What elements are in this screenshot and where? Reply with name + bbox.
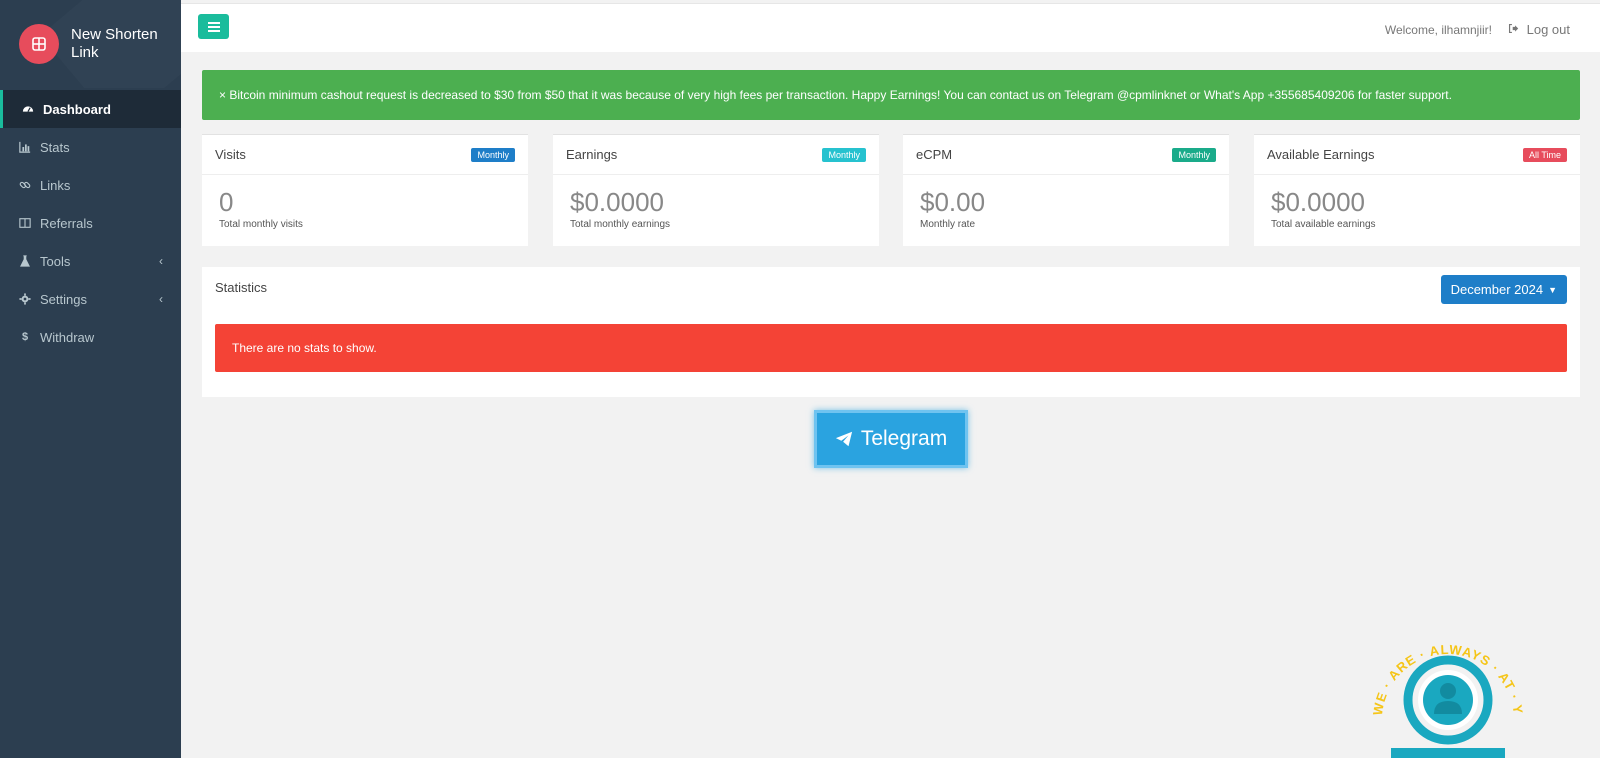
support-badge[interactable]: WE · ARE · ALWAYS · AT · YOUR · SERVICE xyxy=(1362,606,1528,758)
period-badge: Monthly xyxy=(822,147,866,162)
month-dropdown-button[interactable]: December 2024 ▼ xyxy=(1440,275,1567,304)
card-body: $0.00 Monthly rate xyxy=(903,175,1229,242)
card-header: Visits Monthly xyxy=(202,135,528,175)
earnings-card: Earnings Monthly $0.0000 Total monthly e… xyxy=(553,134,879,246)
card-body: 0 Total monthly visits xyxy=(202,175,528,242)
flask-icon xyxy=(18,254,32,268)
card-subtitle: Total monthly earnings xyxy=(570,219,671,230)
sidebar-item-label: Stats xyxy=(40,139,70,155)
sidebar-item-tools[interactable]: Tools ‹ xyxy=(0,242,181,280)
welcome-text: Welcome, ilhamnjiir! xyxy=(1384,23,1492,37)
gear-icon xyxy=(18,292,32,306)
top-header: Welcome, ilhamnjiir! Log out xyxy=(181,3,1600,52)
card-header: eCPM Monthly xyxy=(903,135,1229,175)
dollar-icon: $ xyxy=(21,331,29,343)
sidebar-item-stats[interactable]: Stats xyxy=(0,128,181,166)
sidebar-item-withdraw[interactable]: $ Withdraw xyxy=(0,318,181,356)
statistics-title: Statistics xyxy=(215,280,268,295)
card-title: Available Earnings xyxy=(1267,147,1375,162)
logout-link[interactable]: Log out xyxy=(1508,22,1570,37)
card-body: $0.0000 Total monthly earnings xyxy=(553,175,879,242)
chevron-left-icon: ‹ xyxy=(159,254,163,268)
statistics-panel: Statistics December 2024 ▼ There are no … xyxy=(202,267,1580,397)
sidebar: New Shorten Link Dashboard Stats Links R… xyxy=(0,0,181,758)
telegram-label: Telegram xyxy=(860,427,948,450)
logout-label: Log out xyxy=(1526,22,1570,37)
available-earnings-card: Available Earnings All Time $0.0000 Tota… xyxy=(1254,134,1580,246)
visits-card: Visits Monthly 0 Total monthly visits xyxy=(202,134,528,246)
card-body: $0.0000 Total available earnings xyxy=(1254,175,1580,242)
card-subtitle: Total available earnings xyxy=(1271,219,1376,230)
sign-out-icon xyxy=(1508,23,1519,37)
sidebar-item-label: Tools xyxy=(40,253,71,269)
card-title: Visits xyxy=(215,147,246,162)
card-value: $0.00 xyxy=(920,187,986,217)
support-agent-icon: WE · ARE · ALWAYS · AT · YOUR · SERVICE xyxy=(1362,606,1525,758)
sidebar-item-dashboard[interactable]: Dashboard xyxy=(0,90,181,128)
no-stats-alert: There are no stats to show. xyxy=(215,324,1567,372)
period-badge: Monthly xyxy=(1172,147,1216,162)
ecpm-card: eCPM Monthly $0.00 Monthly rate xyxy=(903,134,1229,246)
sidebar-item-label: Withdraw xyxy=(40,329,95,345)
card-subtitle: Total monthly visits xyxy=(219,219,303,230)
month-label: December 2024 xyxy=(1450,282,1544,297)
link-icon xyxy=(18,178,32,192)
card-subtitle: Monthly rate xyxy=(920,219,976,230)
sidebar-toggle-button[interactable] xyxy=(198,14,229,39)
sidebar-item-label: Referrals xyxy=(40,215,93,231)
period-badge: Monthly xyxy=(471,147,515,162)
announcement-alert: × Bitcoin minimum cashout request is dec… xyxy=(202,70,1580,120)
brand-name: New Shorten Link xyxy=(71,26,158,61)
telegram-button[interactable]: Telegram xyxy=(817,413,965,465)
card-value: $0.0000 xyxy=(570,187,664,217)
no-stats-message: There are no stats to show. xyxy=(232,341,377,355)
sidebar-item-settings[interactable]: Settings ‹ xyxy=(0,280,181,318)
sidebar-item-referrals[interactable]: Referrals xyxy=(0,204,181,242)
period-badge: All Time xyxy=(1522,147,1567,162)
paper-plane-icon xyxy=(835,431,852,447)
card-title: eCPM xyxy=(916,147,953,162)
brand[interactable]: New Shorten Link xyxy=(0,0,181,88)
dashboard-icon xyxy=(21,102,35,116)
card-header: Earnings Monthly xyxy=(553,135,879,175)
card-header: Available Earnings All Time xyxy=(1254,135,1580,175)
hamburger-icon xyxy=(207,25,220,28)
sidebar-item-links[interactable]: Links xyxy=(0,166,181,204)
bar-chart-icon xyxy=(18,140,32,154)
card-title: Earnings xyxy=(566,147,618,162)
caret-down-icon: ▼ xyxy=(1548,284,1557,295)
card-value: 0 xyxy=(219,187,234,217)
sidebar-item-label: Links xyxy=(40,177,71,193)
sidebar-item-label: Settings xyxy=(40,291,87,307)
logo-icon xyxy=(19,24,59,64)
card-value: $0.0000 xyxy=(1271,187,1365,217)
chevron-left-icon: ‹ xyxy=(159,292,163,306)
sidebar-item-label: Dashboard xyxy=(43,101,111,117)
columns-icon xyxy=(18,216,32,230)
announcement-text: × Bitcoin minimum cashout request is dec… xyxy=(219,88,1452,102)
